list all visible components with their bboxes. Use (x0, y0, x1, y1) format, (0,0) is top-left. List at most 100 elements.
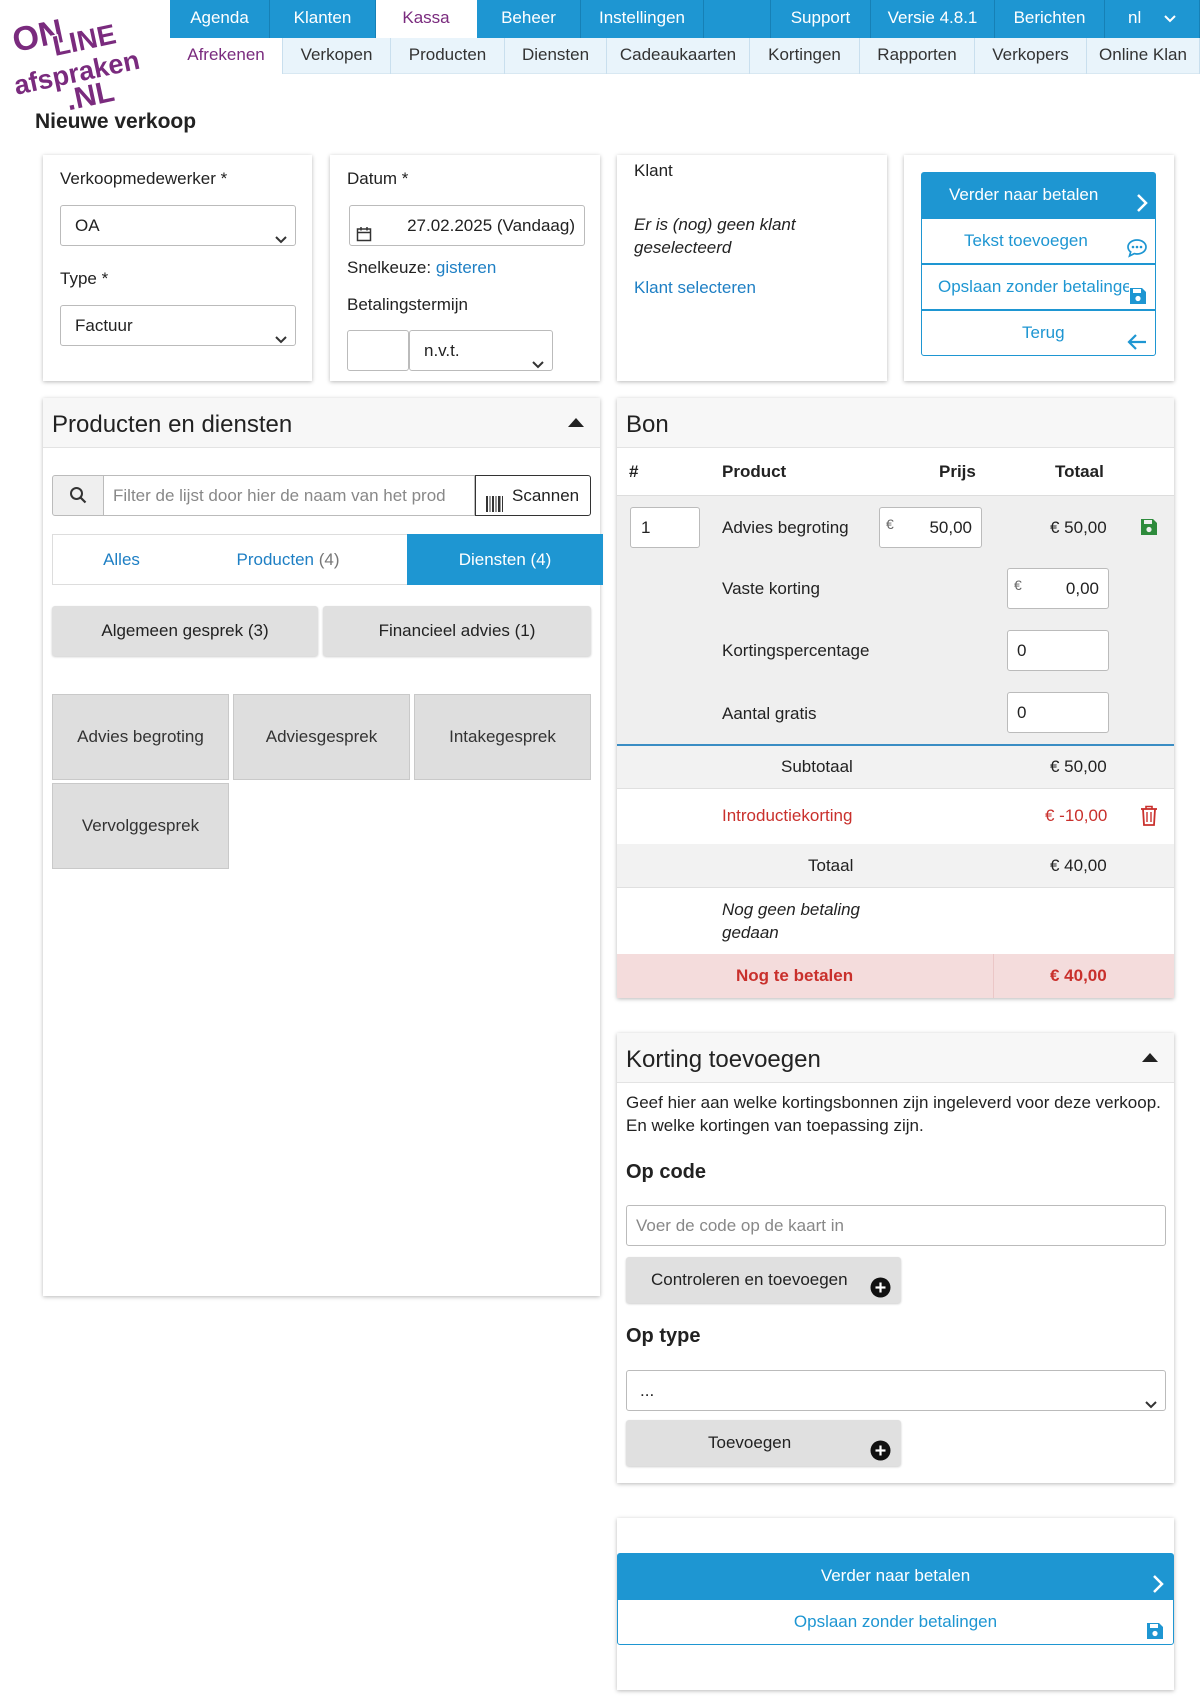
tab-producten[interactable]: Producten (4) (190, 535, 386, 584)
tab-alles[interactable]: Alles (53, 535, 190, 584)
col-price: Prijs (939, 462, 976, 481)
discount-type-value: ... (640, 1381, 655, 1400)
price-value: 50,00 (929, 518, 972, 537)
employee-select[interactable]: OA (60, 205, 296, 246)
add-text-button[interactable]: Tekst toevoegen (921, 218, 1156, 264)
logo[interactable]: ON LINE afspraken .NL (4, 2, 164, 119)
page-title: Nieuwe verkoop (35, 110, 197, 133)
col-num: # (629, 462, 639, 481)
add-text-label: Tekst toevoegen (964, 231, 1088, 250)
item-intakegesprek[interactable]: Intakegesprek (414, 694, 591, 780)
intro-discount-label: Introductiekorting (722, 806, 853, 825)
receipt-line-item: 1 Advies begroting € 50,00 € 50,00 Vaste… (617, 496, 1174, 746)
add-discount-label: Toevoegen (708, 1433, 792, 1452)
date-input[interactable]: 27.02.2025 (Vandaag) (349, 205, 585, 246)
language-label: nl (1128, 8, 1142, 27)
type-select[interactable]: Factuur (60, 305, 296, 346)
nav-agenda[interactable]: Agenda (170, 0, 270, 38)
subnav-rapporten[interactable]: Rapporten (860, 38, 975, 74)
nav-support[interactable]: Support (771, 0, 871, 38)
item-vervolggesprek[interactable]: Vervolggesprek (52, 783, 229, 869)
save-line-icon[interactable] (1140, 518, 1158, 541)
select-customer-link[interactable]: Klant selecteren (634, 278, 756, 298)
subnav-producten[interactable]: Producten (391, 38, 505, 74)
nav-klanten[interactable]: Klanten (270, 0, 376, 38)
pay-button[interactable]: Verder naar betalen (921, 172, 1156, 218)
bottom-save-label: Opslaan zonder betalingen (793, 1612, 998, 1631)
term-unit-select[interactable]: n.v.t. (409, 330, 553, 371)
line-product-name: Advies begroting (722, 518, 849, 537)
bottom-actions-card: Verder naar betalen Opslaan zonder betal… (617, 1518, 1174, 1690)
nav-language[interactable]: nl (1105, 0, 1200, 38)
bottom-pay-button[interactable]: Verder naar betalen (617, 1553, 1174, 1599)
nav-berichten[interactable]: Berichten (995, 0, 1105, 38)
save-icon (1129, 278, 1147, 309)
chevron-down-icon (275, 220, 287, 244)
free-count-value: 0 (1017, 703, 1027, 722)
bottom-save-without-payment-button[interactable]: Opslaan zonder betalingen (617, 1599, 1174, 1645)
nav-version[interactable]: Versie 4.8.1 (871, 0, 995, 38)
price-input[interactable]: € 50,00 (879, 507, 982, 548)
receipt-header: Bon (617, 398, 1174, 448)
discount-type-select[interactable]: ... (626, 1370, 1166, 1411)
item-adviesgesprek[interactable]: Adviesgesprek (233, 694, 410, 780)
nav-beheer[interactable]: Beheer (477, 0, 581, 38)
collapse-icon[interactable] (1142, 1053, 1158, 1062)
barcode-icon (486, 487, 504, 526)
subnav-verkopers[interactable]: Verkopers (975, 38, 1087, 74)
back-button[interactable]: Terug (921, 310, 1156, 356)
term-input[interactable] (347, 330, 409, 371)
fixed-discount-input[interactable]: € 0,00 (1007, 568, 1109, 609)
free-count-input[interactable]: 0 (1007, 692, 1109, 733)
discount-pct-label: Kortingspercentage (722, 641, 870, 660)
by-code-heading: Op code (626, 1161, 707, 1183)
employee-label: Verkoopmedewerker * (60, 169, 228, 188)
discount-code-input[interactable]: Voer de code op de kaart in (626, 1205, 1166, 1246)
subnav-kortingen[interactable]: Kortingen (750, 38, 860, 74)
quick-select: Snelkeuze: gisteren (347, 258, 496, 278)
save-without-payment-button[interactable]: Opslaan zonder betalingen (921, 264, 1156, 310)
date-value: 27.02.2025 (Vandaag) (407, 216, 575, 235)
group-algemeen-gesprek[interactable]: Algemeen gesprek (3) (52, 606, 318, 656)
quantity-input[interactable]: 1 (630, 507, 700, 548)
discount-header: Korting toevoegen (617, 1033, 1174, 1083)
products-card: Producten en diensten Filter de lijst do… (43, 398, 603, 1296)
nav-kassa[interactable]: Kassa (376, 0, 477, 38)
product-filter-input[interactable]: Filter de lijst door hier de naam van he… (103, 475, 475, 516)
check-add-button[interactable]: Controleren en toevoegen (626, 1257, 901, 1303)
subnav-verkopen[interactable]: Verkopen (283, 38, 391, 74)
nav-spacer (704, 0, 771, 38)
yesterday-link[interactable]: gisteren (436, 258, 496, 277)
add-discount-button[interactable]: Toevoegen (626, 1420, 901, 1466)
by-type-heading: Op type (626, 1325, 701, 1347)
item-advies-begroting[interactable]: Advies begroting (52, 694, 229, 780)
total-label: Totaal (808, 856, 854, 875)
subtotal-label: Subtotaal (781, 757, 853, 776)
total-value: € 40,00 (1050, 856, 1107, 875)
trash-icon[interactable] (1140, 805, 1158, 831)
search-icon-box (52, 475, 104, 516)
tab-diensten[interactable]: Diensten (4) (407, 534, 603, 585)
discount-card: Korting toevoegen Geef hier aan welke ko… (617, 1033, 1174, 1483)
term-label: Betalingstermijn (347, 295, 468, 314)
product-filter-placeholder: Filter de lijst door hier de naam van he… (113, 486, 446, 505)
subnav-online-klanten[interactable]: Online Klan (1087, 38, 1200, 74)
save-without-payment-label: Opslaan zonder betalingen (938, 277, 1142, 296)
subnav-afrekenen[interactable]: Afrekenen (170, 38, 283, 74)
group-financieel-advies[interactable]: Financieel advies (1) (323, 606, 591, 656)
discount-pct-input[interactable]: 0 (1007, 630, 1109, 671)
scan-button[interactable]: Scannen (475, 475, 591, 516)
tab-producten-label: Producten (236, 550, 314, 569)
calendar-icon (356, 217, 372, 256)
product-tabs: Alles Producten (4) Diensten (4) (52, 534, 603, 585)
subnav-cadeaukaarten[interactable]: Cadeaukaarten (607, 38, 750, 74)
chevron-down-icon (532, 345, 544, 369)
subnav-diensten[interactable]: Diensten (505, 38, 607, 74)
date-label: Datum * (347, 169, 409, 188)
check-add-label: Controleren en toevoegen (651, 1270, 848, 1289)
term-unit-value: n.v.t. (424, 341, 460, 360)
nav-instellingen[interactable]: Instellingen (581, 0, 704, 38)
chevron-down-icon (1145, 1385, 1157, 1409)
quantity-value: 1 (641, 518, 651, 537)
collapse-icon[interactable] (568, 418, 584, 427)
